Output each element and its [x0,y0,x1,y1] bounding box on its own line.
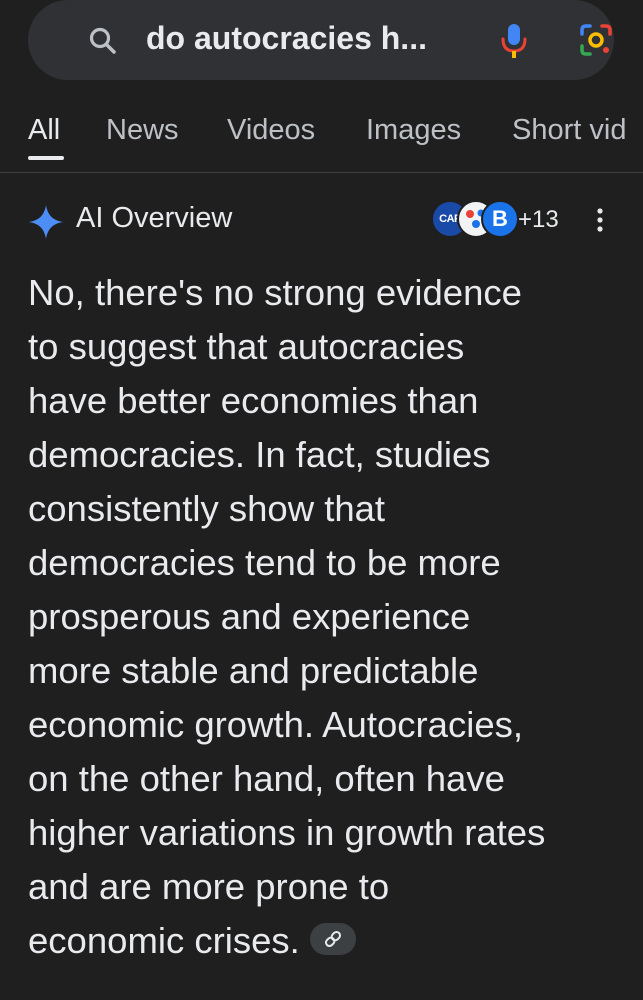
tab-images[interactable]: Images [366,114,461,147]
tab-news[interactable]: News [106,114,179,147]
mic-icon[interactable] [500,22,528,65]
answer-line-last: economic crises. [28,914,628,968]
search-icon[interactable] [88,26,118,61]
answer-line: and are more prone to [28,866,390,907]
sparkle-icon [28,204,64,245]
link-icon [324,931,341,948]
tab-videos[interactable]: Videos [227,114,315,147]
answer-line: prosperous and experience [28,596,471,637]
tab-all[interactable]: All [28,114,60,147]
answer-line: higher variations in growth rates [28,812,546,853]
source-logos[interactable]: CAP B [431,200,519,238]
tab-short-videos[interactable]: Short vid [512,114,626,147]
ai-overview-header: AI Overview CAP B +13 [0,180,643,260]
ai-overview-title: AI Overview [76,202,233,234]
search-bar[interactable]: do autocracies h... [28,0,614,80]
answer-line: to suggest that autocracies [28,326,465,367]
answer-line: on the other hand, often have [28,758,505,799]
answer-line: No, there's no strong evidence [28,272,522,313]
search-tabs: All News Videos Images Short vid [0,100,643,173]
b-logo: B [481,200,519,238]
ai-overview-answer: No, there's no strong evidence to sugges… [28,266,628,968]
answer-line-text: economic crises. [28,920,300,961]
search-query[interactable]: do autocracies h... [146,20,427,57]
answer-line: more stable and predictable [28,650,479,691]
source-link-button[interactable] [309,923,356,956]
source-count[interactable]: +13 [518,206,559,234]
active-tab-indicator [28,156,64,160]
answer-line: economic growth. Autocracies, [28,704,524,745]
answer-line: democracies. In fact, studies [28,434,491,475]
lens-icon[interactable] [578,22,614,63]
answer-line: have better economies than [28,380,479,421]
answer-line: consistently show that [28,488,386,529]
answer-line: democracies tend to be more [28,542,501,583]
more-vert-icon[interactable] [588,204,612,236]
